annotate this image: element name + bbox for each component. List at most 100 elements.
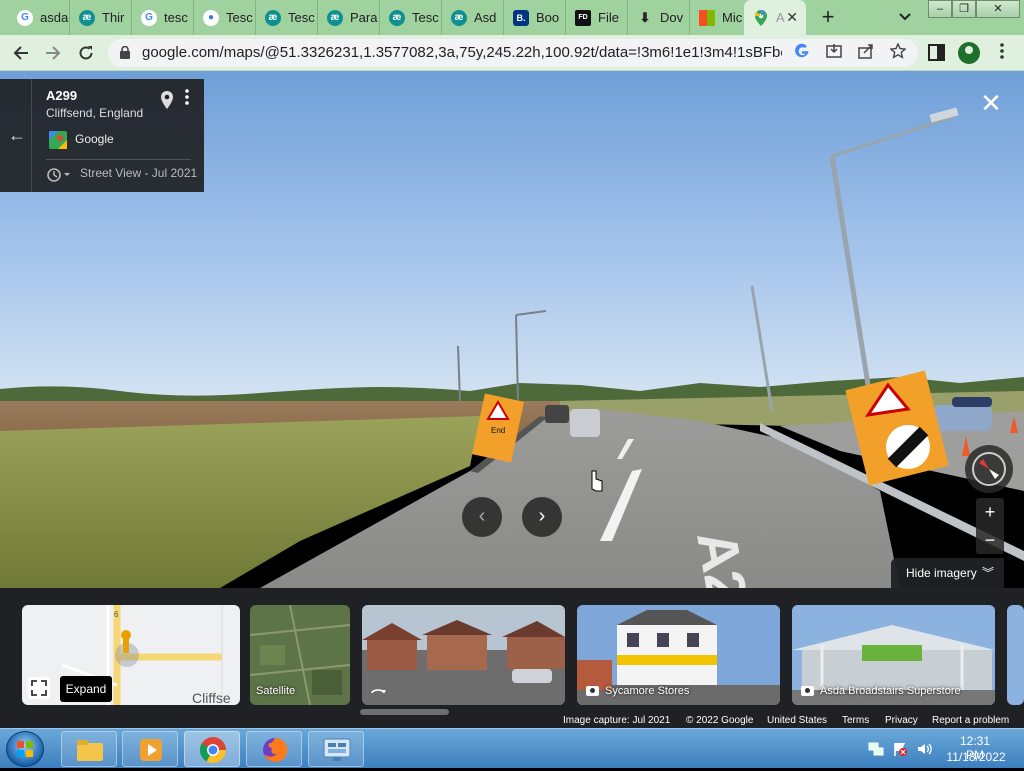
- bookmark-star-icon[interactable]: [888, 42, 908, 63]
- reload-button[interactable]: [73, 40, 99, 66]
- region-link[interactable]: United States: [767, 715, 827, 726]
- edge-like-icon: æ: [451, 9, 467, 26]
- firefox-icon: [263, 737, 288, 762]
- tab-label: Tesc: [288, 10, 315, 25]
- taskbar-control-panel[interactable]: [308, 731, 364, 767]
- street-view-date: Street View - Jul 2021: [80, 166, 198, 180]
- terms-link[interactable]: Terms: [842, 715, 869, 726]
- tab-label: Boo: [536, 10, 560, 25]
- place-subtitle: Cliffsend, England: [46, 106, 144, 120]
- tab-label: asda: [40, 10, 69, 25]
- photo-thumbnail[interactable]: Sycamore Stores: [577, 605, 780, 705]
- edge-like-icon: æ: [327, 9, 343, 26]
- privacy-link[interactable]: Privacy: [885, 715, 918, 726]
- hide-imagery-button[interactable]: Hide imagery ︾: [891, 558, 1004, 588]
- browser-tab[interactable]: Mic: [690, 0, 750, 35]
- network-icon[interactable]: [868, 741, 884, 757]
- action-center-flag-icon[interactable]: [892, 741, 908, 757]
- tab-label: Mic: [722, 10, 743, 25]
- install-app-icon[interactable]: [824, 43, 844, 63]
- restore-button[interactable]: ❐: [952, 0, 976, 18]
- booking-icon: B.: [513, 9, 529, 26]
- google-lens-icon[interactable]: [792, 43, 812, 63]
- photo-thumbnail-partial[interactable]: [1007, 605, 1024, 705]
- more-options-icon[interactable]: [183, 89, 191, 105]
- browser-tab[interactable]: ⬇ Dov: [628, 0, 690, 35]
- browser-tab-active[interactable]: A ✕: [744, 0, 806, 35]
- history-clock-icon[interactable]: [46, 167, 72, 183]
- browser-tab[interactable]: FD File: [566, 0, 628, 35]
- back-arrow-icon[interactable]: ←: [8, 125, 26, 146]
- url-text[interactable]: google.com/maps/@51.3326231,1.3577082,3a…: [142, 44, 782, 61]
- chrome-icon: [199, 737, 227, 764]
- location-pin-icon[interactable]: [160, 91, 174, 109]
- maps-icon: [753, 9, 769, 26]
- browser-tab[interactable]: æ Thir: [70, 0, 132, 35]
- report-problem-link[interactable]: Report a problem: [932, 715, 1009, 726]
- tab-label: Tesc: [226, 10, 253, 25]
- tab-search-icon[interactable]: [895, 6, 915, 28]
- houses-image: [362, 605, 565, 705]
- card-divider: [31, 79, 32, 192]
- folder-icon: [77, 740, 103, 761]
- taskbar-firefox[interactable]: [246, 731, 302, 767]
- chrome-menu-icon[interactable]: [996, 42, 1008, 64]
- close-street-view-button[interactable]: ✕: [979, 90, 1003, 116]
- new-tab-button[interactable]: +: [816, 4, 840, 30]
- profile-avatar-icon[interactable]: [958, 42, 980, 64]
- share-icon[interactable]: [856, 43, 876, 63]
- browser-tab[interactable]: æ Para: [318, 0, 380, 35]
- google-icon: G: [17, 9, 33, 26]
- tab-label: A: [776, 10, 785, 25]
- tab-label: Asd: [474, 10, 497, 25]
- photo-label: Sycamore Stores: [605, 685, 690, 697]
- zoom-controls: + −: [976, 498, 1004, 554]
- fd-icon: FD: [575, 9, 591, 26]
- chevron-down-icon: ︾: [981, 566, 994, 580]
- browser-tab[interactable]: G asda: [8, 0, 70, 35]
- expand-icon[interactable]: [28, 677, 50, 699]
- media-player-icon: [140, 739, 162, 761]
- back-button[interactable]: [8, 40, 34, 66]
- side-panel-icon[interactable]: [928, 44, 945, 61]
- address-bar[interactable]: google.com/maps/@51.3326231,1.3577082,3a…: [108, 39, 918, 67]
- tab-label: Thir: [102, 10, 125, 25]
- browser-tab[interactable]: æ Tesc: [380, 0, 442, 35]
- browser-tab-strip: G asda æ Thir G tesc ● Tesc æ Tesc æ Par…: [0, 0, 1024, 35]
- minimize-button[interactable]: –: [928, 0, 952, 18]
- tab-label: Para: [350, 10, 378, 25]
- photo-thumbnail[interactable]: Asda Broadstairs Superstore: [792, 605, 995, 705]
- previous-arrow-button[interactable]: ‹: [462, 497, 502, 537]
- zoom-in-button[interactable]: +: [976, 498, 1004, 526]
- start-button[interactable]: [6, 731, 44, 767]
- clock-date[interactable]: 11/18/2022: [945, 750, 1007, 764]
- mini-map-thumbnail[interactable]: 6 Cliffse: [22, 605, 240, 705]
- browser-tab[interactable]: æ Asd: [442, 0, 504, 35]
- tab-close-icon[interactable]: ✕: [786, 9, 798, 26]
- taskbar-chrome[interactable]: [184, 731, 240, 767]
- street-view-thumbnail[interactable]: [362, 605, 565, 705]
- location-info-card: ← A299 Cliffsend, England Google Street …: [0, 79, 204, 192]
- forward-button[interactable]: [40, 40, 66, 66]
- taskbar-media-player[interactable]: [122, 731, 178, 767]
- satellite-thumbnail[interactable]: Satellite: [250, 605, 350, 705]
- place-title: A299: [46, 88, 78, 103]
- compass-icon[interactable]: [965, 445, 1013, 493]
- tab-label: tesc: [164, 10, 188, 25]
- tab-label: Dov: [660, 10, 684, 25]
- volume-icon[interactable]: [916, 741, 932, 757]
- taskbar-explorer[interactable]: [61, 731, 117, 767]
- photo-label: Asda Broadstairs Superstore: [820, 685, 961, 697]
- browser-tab[interactable]: B. Boo: [504, 0, 566, 35]
- next-arrow-button[interactable]: ›: [522, 497, 562, 537]
- browser-tab[interactable]: G tesc: [132, 0, 194, 35]
- zoom-out-button[interactable]: −: [976, 526, 1004, 554]
- browser-tab[interactable]: ● Tesc: [194, 0, 256, 35]
- browser-tab[interactable]: æ Tesc: [256, 0, 318, 35]
- lock-icon[interactable]: [120, 46, 130, 59]
- camera-icon: [801, 686, 814, 696]
- 360-view-icon: [371, 689, 386, 694]
- browser-toolbar: google.com/maps/@51.3326231,1.3577082,3a…: [0, 35, 1024, 71]
- window-close-button[interactable]: ✕: [976, 0, 1020, 18]
- google-icon: G: [141, 9, 157, 26]
